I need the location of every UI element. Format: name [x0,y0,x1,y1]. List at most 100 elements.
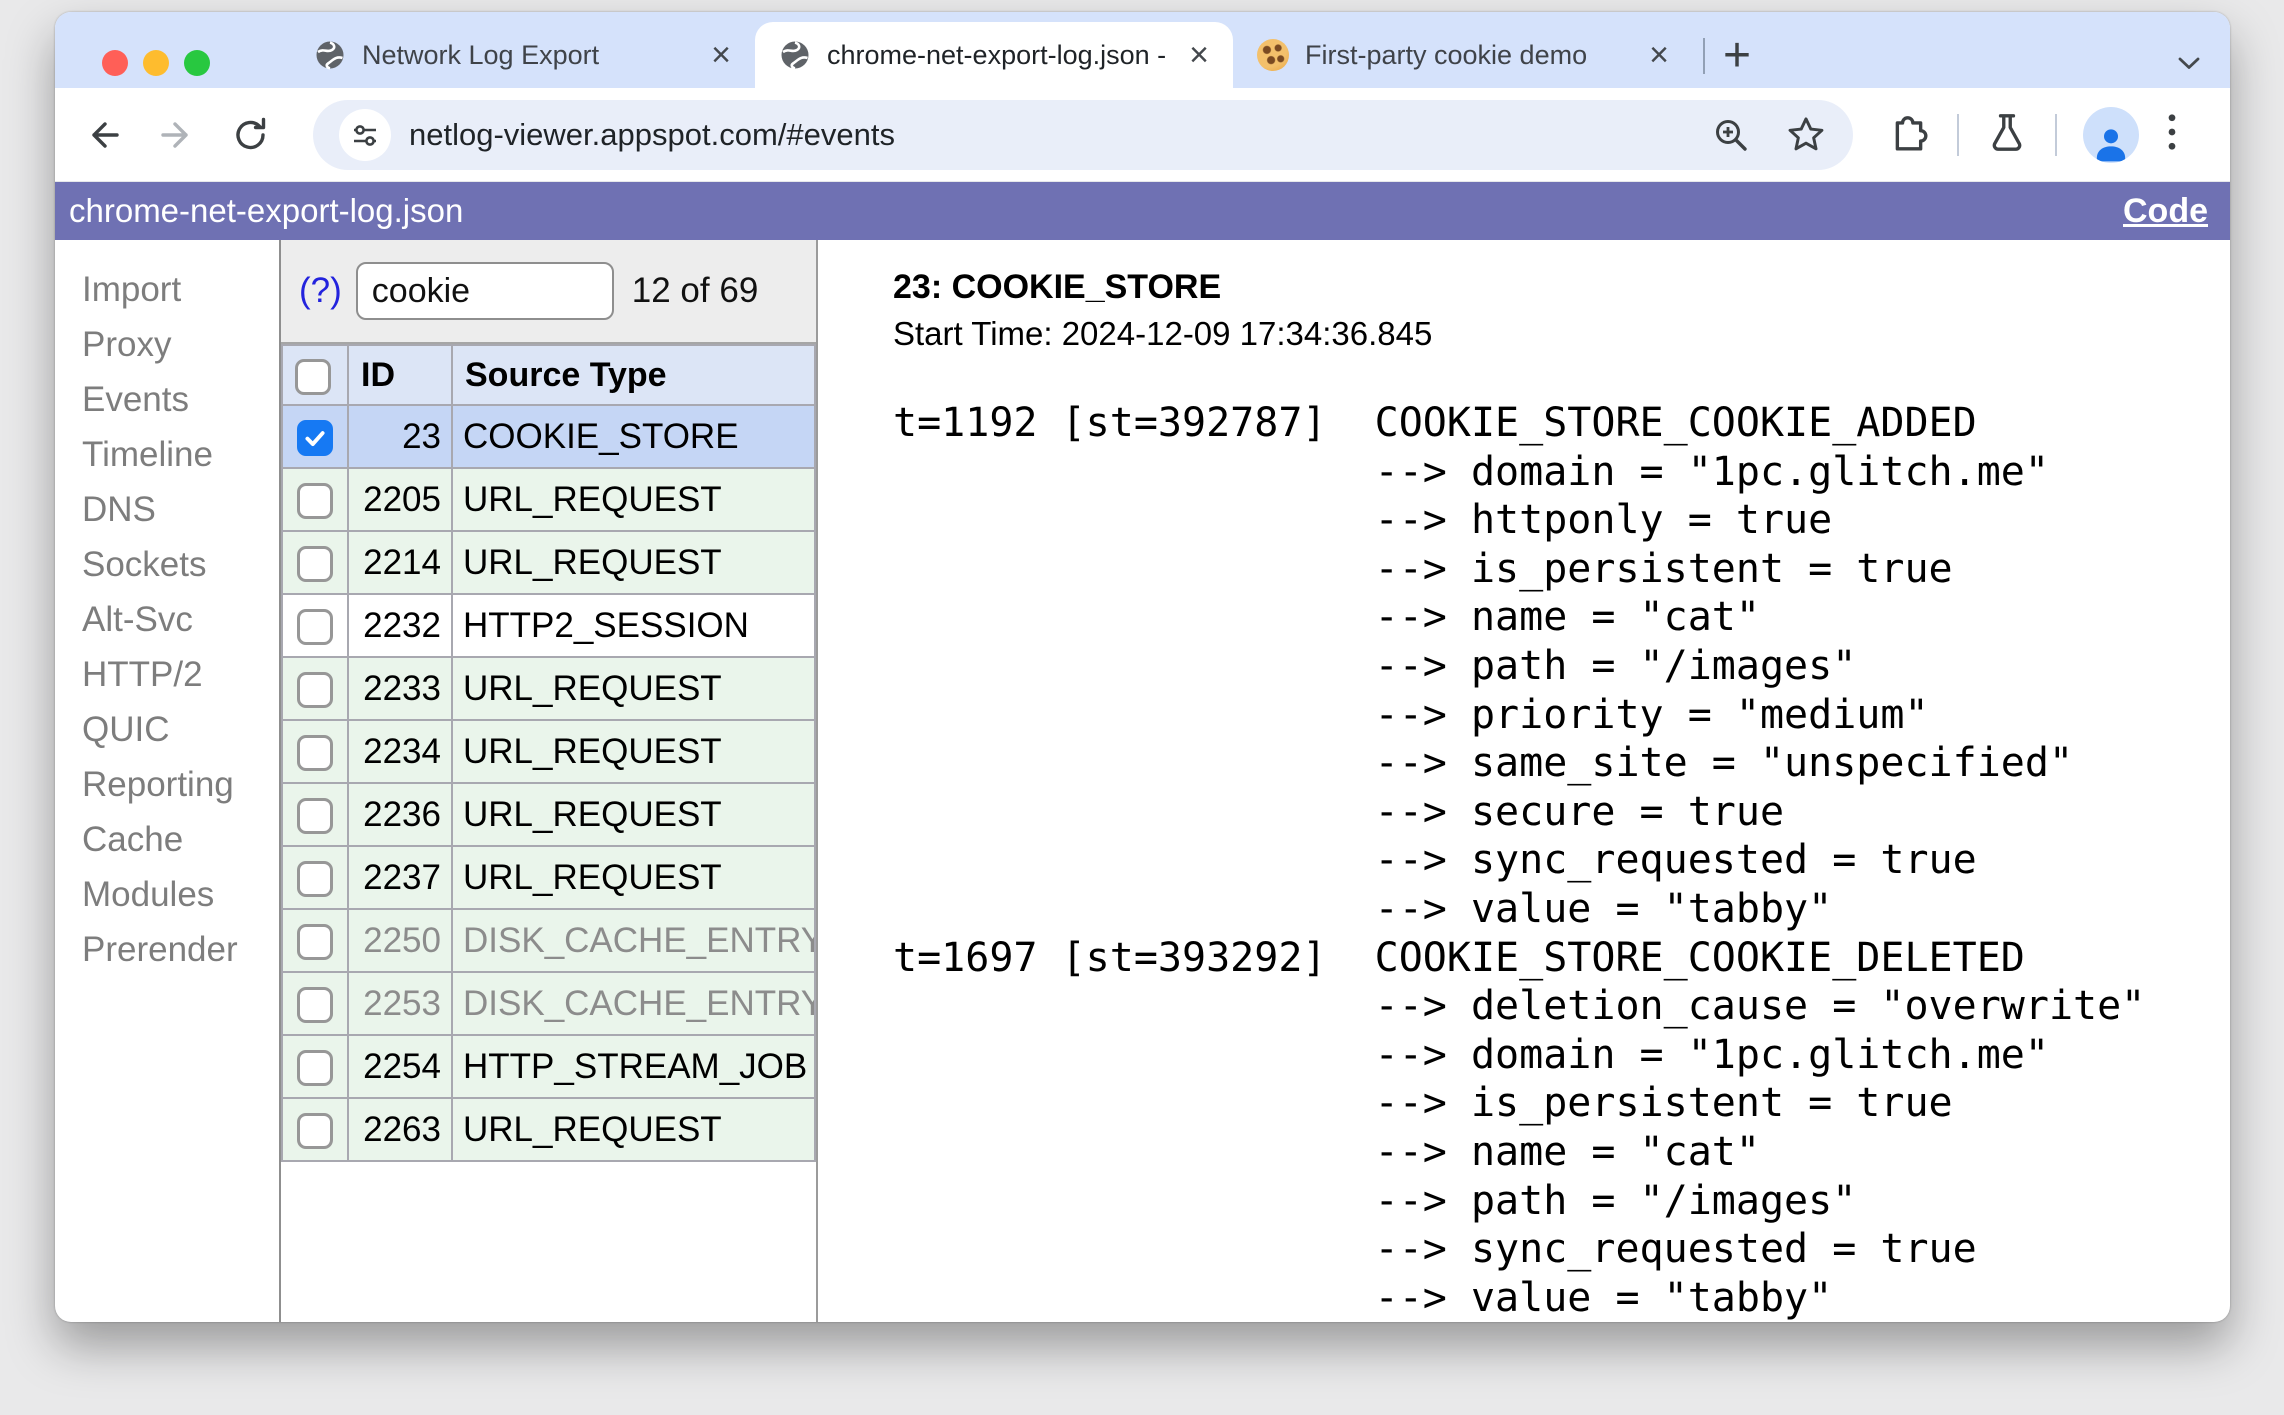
address-bar[interactable]: netlog-viewer.appspot.com/#events [313,99,1853,170]
row-checkbox[interactable] [297,672,333,709]
tune-icon [354,124,376,146]
event-row-2214[interactable]: 2214 URL_REQUEST [281,530,816,595]
event-id-cell[interactable]: 2233 [347,656,453,721]
code-link[interactable]: Code [2123,192,2208,231]
filter-input[interactable] [355,262,614,320]
magnifier-plus-icon [1716,119,1747,151]
url-text[interactable]: netlog-viewer.appspot.com/#events [409,117,895,153]
sidebar-item-events[interactable]: Events [82,372,279,427]
tab-network-log-export[interactable]: Network Log Export × [290,22,755,88]
tab-chrome-net-export-log[interactable]: chrome-net-export-log.json - × [755,22,1233,88]
sidebar-item-proxy[interactable]: Proxy [82,317,279,372]
select-all-checkbox[interactable] [295,358,331,395]
event-id-cell[interactable]: 23 [347,404,453,469]
sidebar-item-modules[interactable]: Modules [82,867,279,922]
event-id-cell[interactable]: 2214 [347,530,453,595]
tab-close-icon[interactable]: × [705,38,737,72]
profile-avatar[interactable] [2083,106,2139,163]
event-id-cell[interactable]: 2232 [347,593,453,658]
column-header-id: ID [347,344,453,406]
extensions-button[interactable] [1887,110,1931,159]
source-type-cell[interactable]: URL_REQUEST [451,656,816,721]
globe-icon [781,41,809,70]
tab-close-icon[interactable]: × [1643,38,1675,72]
minimize-window-button[interactable] [143,50,169,76]
event-row-23[interactable]: 23 COOKIE_STORE [281,404,816,469]
event-row-2232[interactable]: 2232 HTTP2_SESSION [281,593,816,658]
sidebar-item-dns[interactable]: DNS [82,482,279,537]
source-type-cell[interactable]: URL_REQUEST [451,530,816,595]
source-type-cell[interactable]: HTTP2_SESSION [451,593,816,658]
row-checkbox-cell [281,908,349,973]
tab-search-chevron-icon[interactable] [2176,54,2202,72]
row-checkbox[interactable] [297,987,333,1024]
star-icon [1788,116,1824,150]
sidebar-item-cache[interactable]: Cache [82,812,279,867]
row-checkbox[interactable] [297,546,333,583]
row-checkbox[interactable] [297,861,333,898]
sidebar-item-timeline[interactable]: Timeline [82,427,279,482]
source-type-cell[interactable]: COOKIE_STORE [451,404,816,469]
row-checkbox[interactable] [297,420,333,457]
tab-close-icon[interactable]: × [1183,38,1215,72]
events-panel: (?) 12 of 69 ID Source Type 23COOKIE_STO… [281,240,818,1322]
event-row-2233[interactable]: 2233 URL_REQUEST [281,656,816,721]
source-type-cell[interactable]: URL_REQUEST [451,1097,816,1162]
bookmark-button[interactable] [1785,114,1827,156]
event-row-2254[interactable]: 2254 HTTP_STREAM_JOB [281,1034,816,1099]
row-checkbox[interactable] [297,798,333,835]
reload-button[interactable] [223,107,279,163]
event-row-2253[interactable]: 2253 DISK_CACHE_ENTRY [281,971,816,1036]
filter-help-link[interactable]: (?) [299,271,342,311]
zoom-window-button[interactable] [184,50,210,76]
sidebar-item-import[interactable]: Import [82,262,279,317]
event-id-cell[interactable]: 2205 [347,467,453,532]
event-row-2234[interactable]: 2234 URL_REQUEST [281,719,816,784]
back-button[interactable] [75,107,131,163]
event-row-2263[interactable]: 2263 URL_REQUEST [281,1097,816,1162]
row-checkbox[interactable] [297,483,333,520]
source-type-cell[interactable]: URL_REQUEST [451,719,816,784]
row-checkbox-cell [281,404,349,469]
event-id-cell[interactable]: 2234 [347,719,453,784]
sidebar-item-reporting[interactable]: Reporting [82,757,279,812]
site-settings-button[interactable] [339,108,391,161]
event-row-2236[interactable]: 2236 URL_REQUEST [281,782,816,847]
menu-button[interactable] [2165,110,2179,159]
sidebar-item-prerender[interactable]: Prerender [82,922,279,977]
source-type-cell[interactable]: URL_REQUEST [451,467,816,532]
event-id-cell[interactable]: 2263 [347,1097,453,1162]
event-id-cell[interactable]: 2254 [347,1034,453,1099]
event-id-cell[interactable]: 2250 [347,908,453,973]
sidebar-item-alt-svc[interactable]: Alt-Svc [82,592,279,647]
sidebar-item-quic[interactable]: QUIC [82,702,279,757]
row-checkbox[interactable] [297,924,333,961]
experiments-button[interactable] [1985,110,2029,159]
source-type-cell[interactable]: URL_REQUEST [451,782,816,847]
sidebar-item-http-2[interactable]: HTTP/2 [82,647,279,702]
source-type-cell[interactable]: DISK_CACHE_ENTRY [451,971,816,1036]
close-window-button[interactable] [102,50,128,76]
row-checkbox[interactable] [297,1050,333,1087]
new-tab-button[interactable]: + [1723,32,1751,80]
sidebar-item-sockets[interactable]: Sockets [82,537,279,592]
source-type-cell[interactable]: URL_REQUEST [451,845,816,910]
event-row-2205[interactable]: 2205 URL_REQUEST [281,467,816,532]
event-id-cell[interactable]: 2253 [347,971,453,1036]
row-checkbox-cell [281,1097,349,1162]
event-id-cell[interactable]: 2237 [347,845,453,910]
source-type-cell[interactable]: HTTP_STREAM_JOB [451,1034,816,1099]
person-icon [2096,128,2126,161]
event-row-2250[interactable]: 2250 DISK_CACHE_ENTRY [281,908,816,973]
forward-button[interactable] [149,107,205,163]
tab-first-party-cookie-demo[interactable]: First-party cookie demo × [1233,22,1693,88]
event-row-2237[interactable]: 2237 URL_REQUEST [281,845,816,910]
forward-arrow-icon [161,121,188,148]
tab-title: First-party cookie demo [1305,39,1588,70]
event-id-cell[interactable]: 2236 [347,782,453,847]
row-checkbox[interactable] [297,609,333,646]
row-checkbox[interactable] [297,735,333,772]
row-checkbox[interactable] [297,1113,333,1150]
zoom-page-button[interactable] [1711,115,1751,155]
source-type-cell[interactable]: DISK_CACHE_ENTRY [451,908,816,973]
